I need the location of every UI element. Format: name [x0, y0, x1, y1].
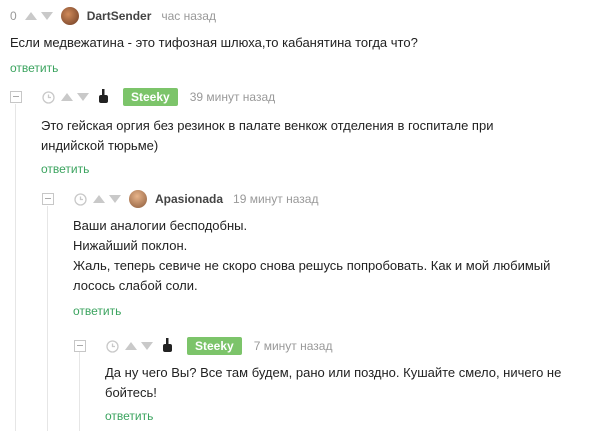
username[interactable]: DartSender [87, 9, 152, 23]
reply-link[interactable]: ответить [73, 304, 121, 318]
comment: Apasionada 19 минут назад Ваши аналогии … [42, 188, 612, 320]
avatar[interactable] [60, 7, 79, 25]
downvote-arrow-icon[interactable] [77, 93, 89, 101]
reply-link[interactable]: ответить [41, 162, 89, 176]
comment-text: Ваши аналогии бесподобны. Нижайший покло… [73, 218, 551, 293]
comment-text: Это гейская оргия без резинок в палате в… [41, 118, 494, 153]
comment: 0 DartSender час назад Если медвежатина … [10, 5, 610, 77]
comment-header: Steeky 39 минут назад [10, 86, 610, 108]
timestamp: 7 минут назад [253, 339, 333, 353]
middle-finger-icon [161, 338, 173, 354]
rating: 0 [10, 9, 17, 23]
clock-icon [106, 339, 119, 353]
comment-header: Apasionada 19 минут назад [42, 188, 612, 210]
reply-link[interactable]: ответить [10, 61, 58, 75]
comment: Steeky 39 минут назад Это гейская оргия … [10, 86, 610, 178]
downvote-arrow-icon[interactable] [40, 12, 53, 20]
collapse-minus-icon[interactable] [10, 91, 22, 103]
clock-icon [74, 192, 87, 206]
collapse-minus-icon[interactable] [42, 193, 54, 205]
upvote-arrow-icon[interactable] [61, 93, 73, 101]
reply-link[interactable]: ответить [105, 409, 153, 423]
comment-text: Да ну чего Вы? Все там будем, рано или п… [105, 365, 562, 400]
username[interactable]: Apasionada [155, 192, 223, 206]
upvote-arrow-icon[interactable] [93, 195, 105, 203]
comment-header: Steeky 7 минут назад [74, 335, 612, 357]
collapse-minus-icon[interactable] [74, 340, 86, 352]
comment-header: 0 DartSender час назад [10, 5, 610, 27]
comment: Steeky 7 минут назад Да ну чего Вы? Все … [74, 335, 612, 425]
username-badge[interactable]: Steeky [123, 88, 178, 106]
avatar[interactable] [129, 190, 147, 208]
downvote-arrow-icon[interactable] [109, 195, 121, 203]
comment-text: Если медвежатина - это тифозная шлюха,то… [10, 35, 418, 50]
middle-finger-icon [97, 89, 109, 105]
timestamp: 19 минут назад [233, 192, 319, 206]
downvote-arrow-icon[interactable] [141, 342, 153, 350]
upvote-arrow-icon[interactable] [125, 342, 137, 350]
timestamp: 39 минут назад [189, 90, 276, 104]
upvote-arrow-icon[interactable] [24, 12, 37, 20]
username-badge[interactable]: Steeky [187, 337, 242, 355]
clock-icon [42, 90, 55, 104]
timestamp: час назад [161, 9, 216, 23]
